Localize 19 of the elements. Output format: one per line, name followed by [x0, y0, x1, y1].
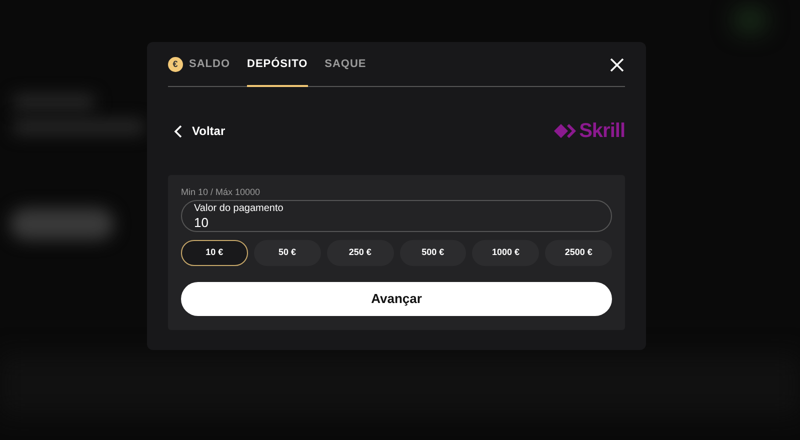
- amount-chip[interactable]: 250 €: [326, 240, 394, 266]
- back-button[interactable]: Voltar: [168, 122, 226, 140]
- amount-chip[interactable]: 2500 €: [545, 240, 612, 266]
- tab[interactable]: SAQUE: [324, 44, 366, 86]
- close-icon: [610, 58, 624, 72]
- tab[interactable]: DEPÓSITO: [247, 44, 308, 86]
- skrill-logo: Skrill: [554, 116, 625, 146]
- amount-field[interactable]: Valor do pagamento 10: [181, 200, 612, 232]
- limits-text: Min 10 / Máx 10000: [181, 187, 262, 198]
- chevron-left-icon: [174, 124, 182, 138]
- amount-chip[interactable]: 1000 €: [472, 240, 540, 266]
- tab[interactable]: € SALDO: [168, 44, 230, 86]
- diamond-icon: [554, 124, 576, 138]
- amount-chip[interactable]: 10 €: [181, 240, 248, 266]
- advance-button[interactable]: Avançar: [181, 282, 612, 316]
- amount-chip[interactable]: 500 €: [400, 240, 466, 266]
- close-button[interactable]: [609, 57, 625, 73]
- amount-chip[interactable]: 50 €: [254, 240, 321, 266]
- coin-icon: €: [168, 57, 183, 72]
